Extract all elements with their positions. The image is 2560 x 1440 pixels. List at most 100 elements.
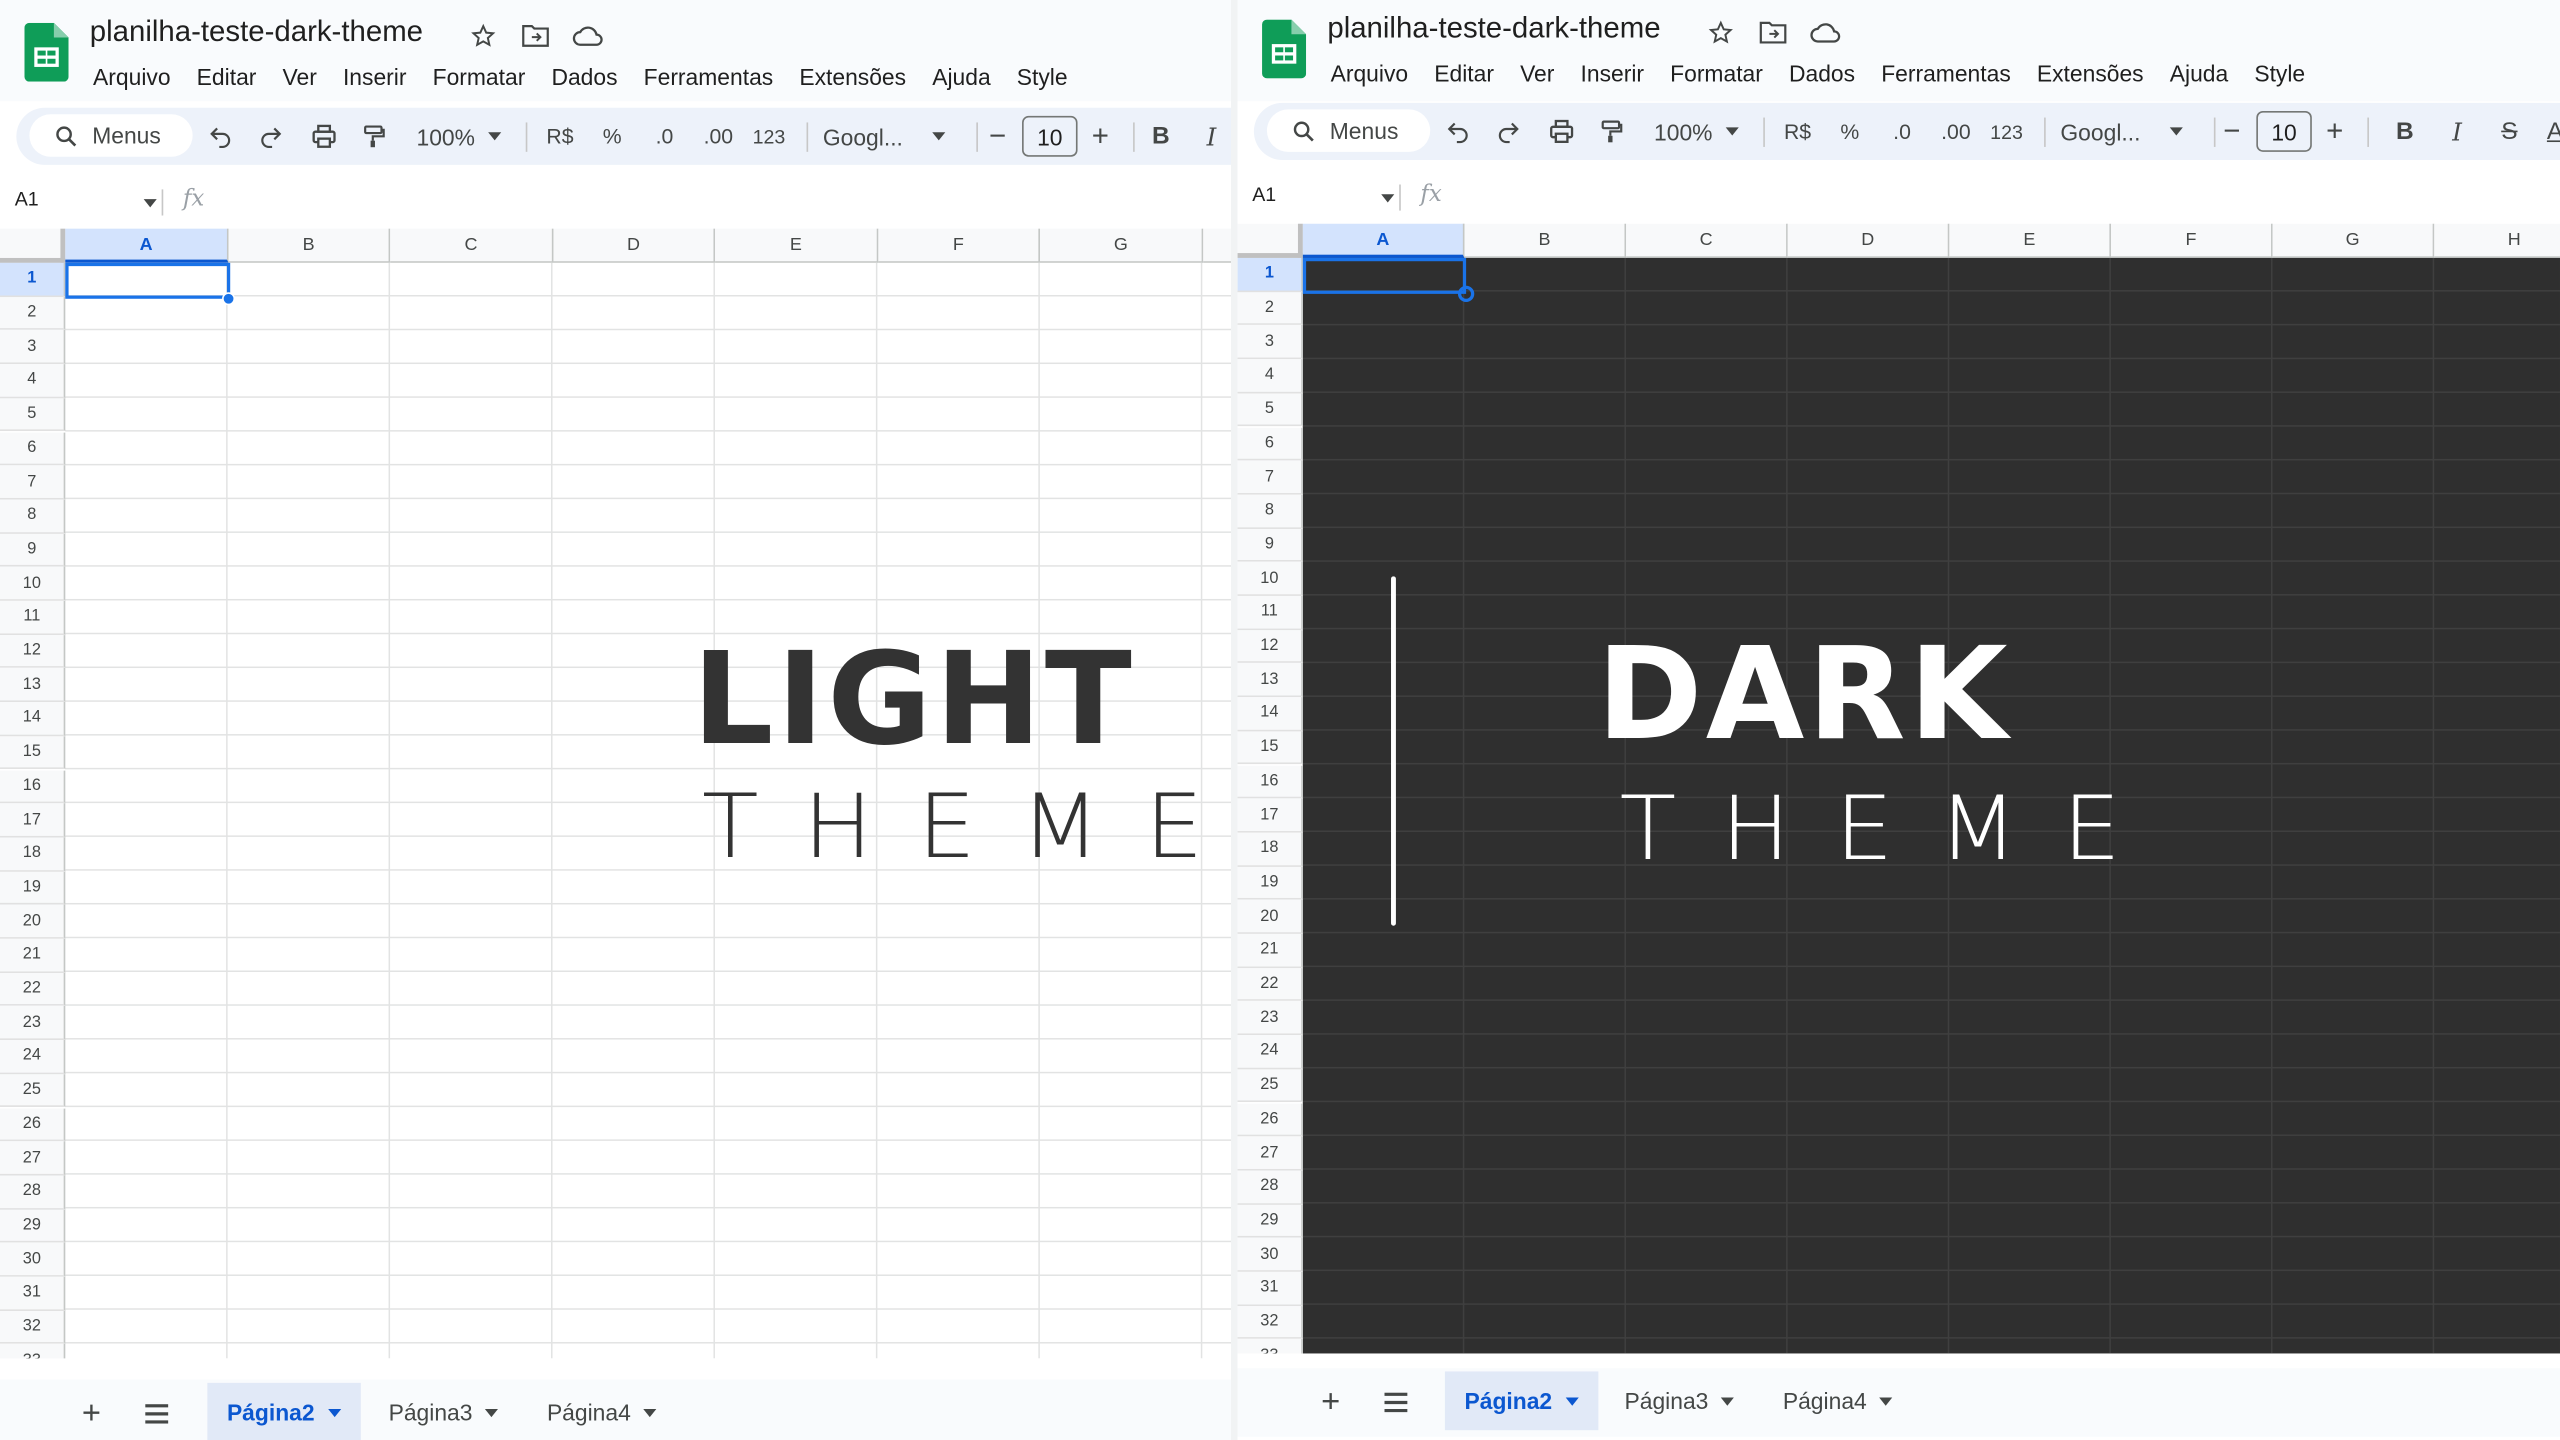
column-header-c[interactable]: C [390,228,554,263]
row-header[interactable]: 12 [1237,629,1303,664]
row-header[interactable]: 8 [1237,494,1303,529]
menu-style[interactable]: Style [2241,56,2318,92]
star-icon[interactable] [467,20,500,53]
document-title[interactable]: planilha-teste-dark-theme [1327,11,1660,45]
selected-cell-a1[interactable] [1302,257,1467,294]
print-icon[interactable] [1543,103,1579,160]
chevron-down-icon[interactable] [1879,1396,1893,1405]
row-header[interactable]: 29 [0,1209,66,1243]
select-all-corner[interactable] [1237,223,1303,258]
row-header[interactable]: 2 [1237,291,1303,326]
menu-insert[interactable]: Inserir [330,59,420,95]
sheets-logo-icon[interactable] [1262,19,1307,79]
column-header-e[interactable]: E [1949,223,2112,258]
font-size-increase-button[interactable]: + [2320,103,2349,160]
paint-format-icon[interactable] [1593,103,1629,160]
fill-handle[interactable] [1457,285,1475,303]
menu-help[interactable]: Ajuda [2157,56,2242,92]
menu-format[interactable]: Formatar [1657,56,1776,92]
undo-icon[interactable] [1440,103,1476,160]
undo-icon[interactable] [202,108,238,165]
format-percent-button[interactable]: % [594,108,630,165]
column-header-h[interactable]: H [2434,223,2560,258]
row-header[interactable]: 3 [0,330,66,365]
row-header[interactable]: 4 [0,364,66,399]
italic-button[interactable]: I [2439,103,2475,160]
row-header[interactable]: 25 [0,1073,66,1108]
row-header[interactable]: 13 [1237,663,1303,698]
row-header[interactable]: 20 [0,904,66,939]
increase-decimals-button[interactable]: .00 [697,108,739,165]
font-size-increase-button[interactable]: + [1086,108,1115,165]
row-header[interactable]: 16 [1237,764,1303,799]
row-header[interactable]: 32 [1237,1305,1303,1340]
move-folder-icon[interactable] [519,20,552,53]
row-header[interactable]: 10 [1237,562,1303,596]
row-header[interactable]: 12 [0,634,66,669]
row-header[interactable]: 18 [1237,832,1303,867]
chevron-down-icon[interactable] [327,1408,341,1417]
row-header[interactable]: 15 [1237,731,1303,765]
row-header[interactable]: 7 [0,465,66,500]
menu-style[interactable]: Style [1004,59,1081,95]
select-all-corner[interactable] [0,228,66,263]
zoom-select[interactable]: 100% [408,108,509,165]
column-header-d[interactable]: D [1787,223,1950,258]
chevron-down-icon[interactable] [485,1408,499,1417]
row-header[interactable]: 13 [0,668,66,703]
row-header[interactable]: 33 [1237,1339,1303,1354]
menu-edit[interactable]: Editar [1421,56,1507,92]
sheet-tab-pagina2[interactable]: Página2 [1444,1371,1598,1431]
row-header[interactable]: 5 [0,398,66,432]
strikethrough-button[interactable]: S [2491,103,2527,160]
format-currency-button[interactable]: R$ [1780,103,1816,160]
menu-view[interactable]: Ver [269,59,329,95]
row-header[interactable]: 14 [1237,697,1303,732]
italic-button[interactable]: I [1193,108,1229,165]
menu-tools[interactable]: Ferramentas [1868,56,2024,92]
print-icon[interactable] [305,108,341,165]
row-header[interactable]: 3 [1237,325,1303,360]
row-header[interactable]: 33 [0,1344,66,1359]
row-header[interactable]: 8 [0,499,66,534]
row-header[interactable]: 26 [1237,1102,1303,1137]
menu-data[interactable]: Dados [538,59,630,95]
row-header[interactable]: 27 [0,1141,66,1176]
row-header[interactable]: 16 [0,769,66,804]
row-header[interactable]: 28 [0,1175,66,1210]
row-header[interactable]: 24 [1237,1035,1303,1070]
row-header[interactable]: 15 [0,735,66,770]
column-header-c[interactable]: C [1626,223,1788,258]
row-header[interactable]: 9 [1237,528,1303,563]
row-header[interactable]: 31 [0,1276,66,1311]
menu-insert[interactable]: Inserir [1567,56,1657,92]
redo-icon[interactable] [253,108,289,165]
row-header[interactable]: 18 [0,837,66,872]
column-header-b[interactable]: B [1464,223,1627,258]
format-currency-button[interactable]: R$ [542,108,578,165]
row-header[interactable]: 11 [0,600,66,635]
bold-button[interactable]: B [2387,103,2423,160]
column-header-h[interactable] [1203,228,1232,263]
add-sheet-icon[interactable]: + [1313,1384,1349,1420]
fill-handle[interactable] [222,292,236,306]
font-select[interactable]: Googl... [2060,103,2194,160]
column-header-f[interactable]: F [2111,223,2273,258]
row-header[interactable]: 20 [1237,900,1303,934]
row-header[interactable]: 19 [0,871,66,905]
sheet-tab-pagina3[interactable]: Página3 [1605,1371,1754,1430]
row-header[interactable]: 1 [0,262,66,297]
move-folder-icon[interactable] [1757,16,1790,49]
row-header[interactable]: 22 [1237,967,1303,1002]
menu-extensions[interactable]: Extensões [786,59,919,95]
menus-search[interactable]: Menus [29,114,193,157]
row-header[interactable]: 7 [1237,460,1303,495]
row-header[interactable]: 29 [1237,1204,1303,1239]
row-header[interactable]: 6 [0,431,66,466]
column-header-e[interactable]: E [715,228,879,263]
all-sheets-icon[interactable] [1378,1384,1414,1420]
row-header[interactable]: 21 [1237,933,1303,968]
cloud-status-icon[interactable] [1809,16,1842,49]
row-header[interactable]: 24 [0,1040,66,1074]
menu-edit[interactable]: Editar [184,59,270,95]
